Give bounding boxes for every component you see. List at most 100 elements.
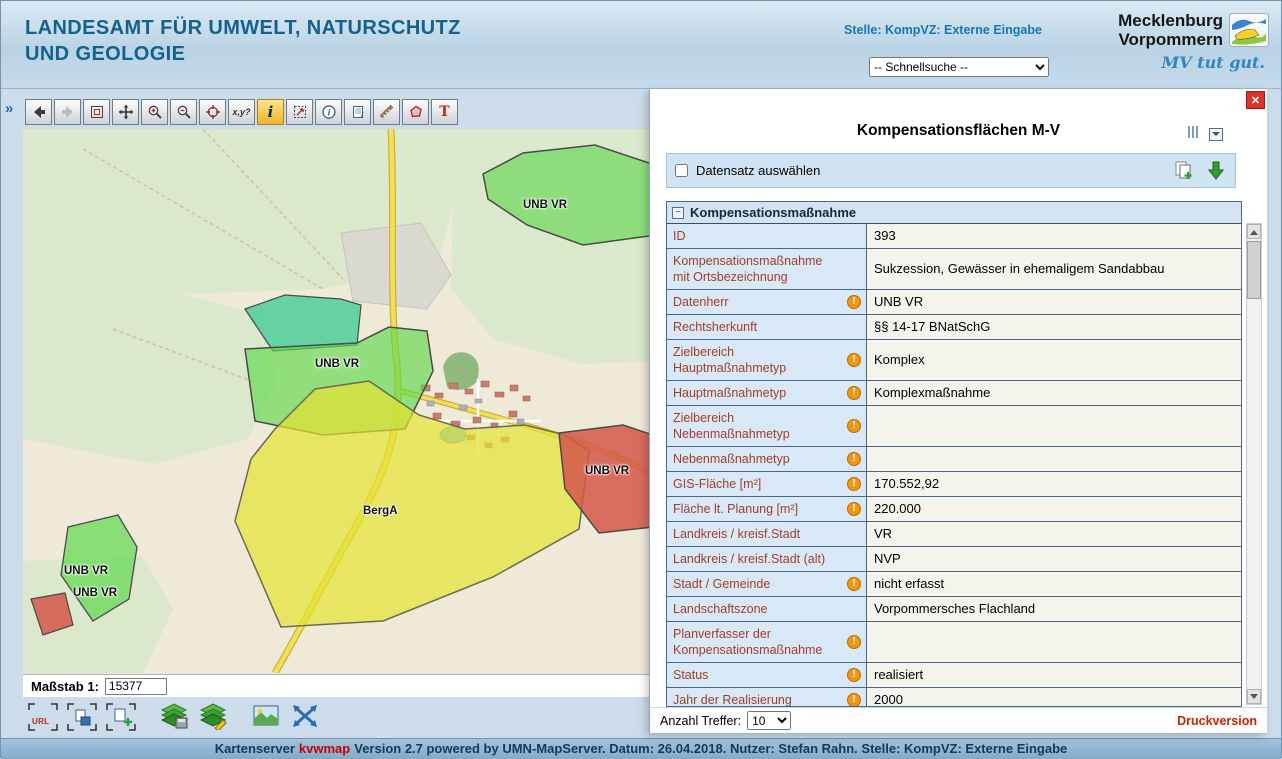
- table-row: Rechtsherkunft §§ 14-17 BNatSchG: [667, 315, 1241, 340]
- zoom-extent-icon: [89, 104, 105, 120]
- scale-bar: Maßstab 1:: [23, 674, 650, 697]
- export-button[interactable]: [1205, 160, 1227, 182]
- scroll-up-icon: [1250, 226, 1258, 235]
- target-icon: [205, 104, 221, 120]
- zoom-out-button[interactable]: [170, 99, 197, 125]
- logo-line1: Mecklenburg: [1118, 11, 1223, 30]
- zoom-extent-button[interactable]: [83, 99, 110, 125]
- table-row: Fläche lt. Planung [m²] ! 220.000: [667, 497, 1241, 522]
- row-value: §§ 14-17 BNatSchG: [867, 315, 1241, 339]
- zoom-box-button[interactable]: [286, 99, 313, 125]
- table-row: Status ! realisiert: [667, 663, 1241, 688]
- row-label: ID: [673, 228, 686, 244]
- table-row: Landschaftszone Vorpommersches Flachland: [667, 597, 1241, 622]
- row-label: Landkreis / kreisf.Stadt (alt): [673, 551, 825, 567]
- save-view-icon: [66, 702, 98, 732]
- scroll-thumb[interactable]: [1247, 241, 1261, 299]
- svg-text:i: i: [361, 111, 364, 120]
- pan-button[interactable]: [112, 99, 139, 125]
- dock-icon[interactable]: [1209, 128, 1223, 141]
- warning-icon[interactable]: !: [847, 668, 861, 682]
- layers-edit-button[interactable]: [197, 702, 229, 732]
- row-value: 220.000: [867, 497, 1241, 521]
- warning-icon[interactable]: !: [847, 452, 861, 466]
- warning-icon[interactable]: !: [847, 693, 861, 707]
- print-version-link[interactable]: Druckversion: [1177, 714, 1257, 728]
- row-label: Stadt / Gemeinde: [673, 576, 770, 592]
- warning-icon[interactable]: !: [847, 386, 861, 400]
- row-label: Landkreis / kreisf.Stadt: [673, 526, 800, 542]
- row-value: 170.552,92: [867, 472, 1241, 496]
- polygon-button[interactable]: [402, 99, 429, 125]
- save-view-button[interactable]: [66, 702, 98, 732]
- warning-icon[interactable]: !: [847, 419, 861, 433]
- row-value: NVP: [867, 547, 1241, 571]
- table-row: ID 393: [667, 224, 1241, 249]
- info-button[interactable]: i: [257, 99, 284, 125]
- table-row: Hauptmaßnahmetyp ! Komplexmaßnahme: [667, 381, 1241, 406]
- url-button[interactable]: URL: [27, 702, 59, 732]
- warning-icon[interactable]: !: [847, 635, 861, 649]
- object-info-button[interactable]: i: [315, 99, 342, 125]
- row-label: GIS-Fläche [m²]: [673, 476, 761, 492]
- legend-image-icon: [251, 702, 281, 730]
- select-record-checkbox[interactable]: [675, 164, 688, 177]
- kvwmap-link[interactable]: kvwmap: [299, 741, 350, 756]
- panel-scrollbar[interactable]: [1246, 223, 1262, 705]
- data-sheet-icon: i: [350, 104, 366, 120]
- back-button[interactable]: [25, 99, 52, 125]
- close-button[interactable]: ✕: [1246, 91, 1265, 109]
- map-label: UNB VR: [64, 565, 108, 577]
- map-label: BergA: [363, 505, 398, 517]
- copy-record-button[interactable]: [1173, 160, 1195, 182]
- row-value: UNB VR: [867, 290, 1241, 314]
- row-label: Kompensationsmaßnahme mit Ortsbezeichnun…: [673, 253, 842, 285]
- copy-plus-icon: [1173, 160, 1195, 182]
- zoom-in-button[interactable]: [141, 99, 168, 125]
- mv-logo: Mecklenburg Vorpommern MV tut gut.: [1054, 11, 1269, 72]
- zoom-box-icon: [292, 104, 308, 120]
- table-row: Datenherr ! UNB VR: [667, 290, 1241, 315]
- forward-button[interactable]: [54, 99, 81, 125]
- agency-title: LANDESAMT FÜR UMWELT, NATURSCHUTZ UND GE…: [25, 15, 461, 67]
- scroll-down-button[interactable]: [1247, 689, 1261, 704]
- row-label: Planverfasser der Kompensationsmaßnahme: [673, 626, 842, 658]
- table-row: Landkreis / kreisf.Stadt VR: [667, 522, 1241, 547]
- row-label: Datenherr: [673, 294, 729, 310]
- recenter-button[interactable]: [199, 99, 226, 125]
- map-canvas[interactable]: UNB VR UNB VR UNB VR BergA UNB VR UNB VR: [23, 129, 650, 674]
- coords-button[interactable]: x,y?: [228, 99, 255, 125]
- measure-button[interactable]: [373, 99, 400, 125]
- row-label: Zielbereich Nebenmaßnahmetyp: [673, 410, 842, 442]
- map-label: UNB VR: [585, 465, 629, 477]
- warning-icon[interactable]: !: [847, 502, 861, 516]
- columns-icon[interactable]: [1187, 125, 1199, 143]
- data-sheet-button[interactable]: i: [344, 99, 371, 125]
- quick-search-select[interactable]: -- Schnellsuche --: [869, 57, 1049, 77]
- scroll-up-button[interactable]: [1247, 224, 1261, 239]
- warning-icon[interactable]: !: [847, 295, 861, 309]
- fit-extent-button[interactable]: [289, 702, 321, 732]
- warning-icon[interactable]: !: [847, 477, 861, 491]
- table-row: GIS-Fläche [m²] ! 170.552,92: [667, 472, 1241, 497]
- map-label: UNB VR: [73, 587, 117, 599]
- green-down-arrow-icon: [1205, 160, 1227, 182]
- sidebar-expander[interactable]: »: [5, 100, 13, 117]
- warning-icon[interactable]: !: [847, 353, 861, 367]
- warning-icon[interactable]: !: [847, 577, 861, 591]
- row-value: 393: [867, 224, 1241, 248]
- scale-input[interactable]: [105, 678, 167, 695]
- section-header[interactable]: − Kompensationsmaßnahme: [667, 202, 1241, 224]
- text-tool-button[interactable]: T: [431, 99, 458, 125]
- status-footer: KartenserverkvwmapVersion 2.7 powered by…: [1, 738, 1281, 759]
- table-row: Zielbereich Nebenmaßnahmetyp !: [667, 406, 1241, 447]
- row-value: [867, 622, 1241, 662]
- panel-footer: Anzahl Treffer: 10 Druckversion: [650, 707, 1267, 733]
- layers-save-button[interactable]: [158, 702, 190, 732]
- legend-button[interactable]: [250, 702, 282, 732]
- new-view-button[interactable]: [105, 702, 137, 732]
- row-label: Status: [673, 667, 708, 683]
- results-count-select[interactable]: 10: [747, 711, 791, 730]
- collapse-icon[interactable]: −: [672, 207, 684, 219]
- agency-title-line1: LANDESAMT FÜR UMWELT, NATURSCHUTZ: [25, 15, 461, 41]
